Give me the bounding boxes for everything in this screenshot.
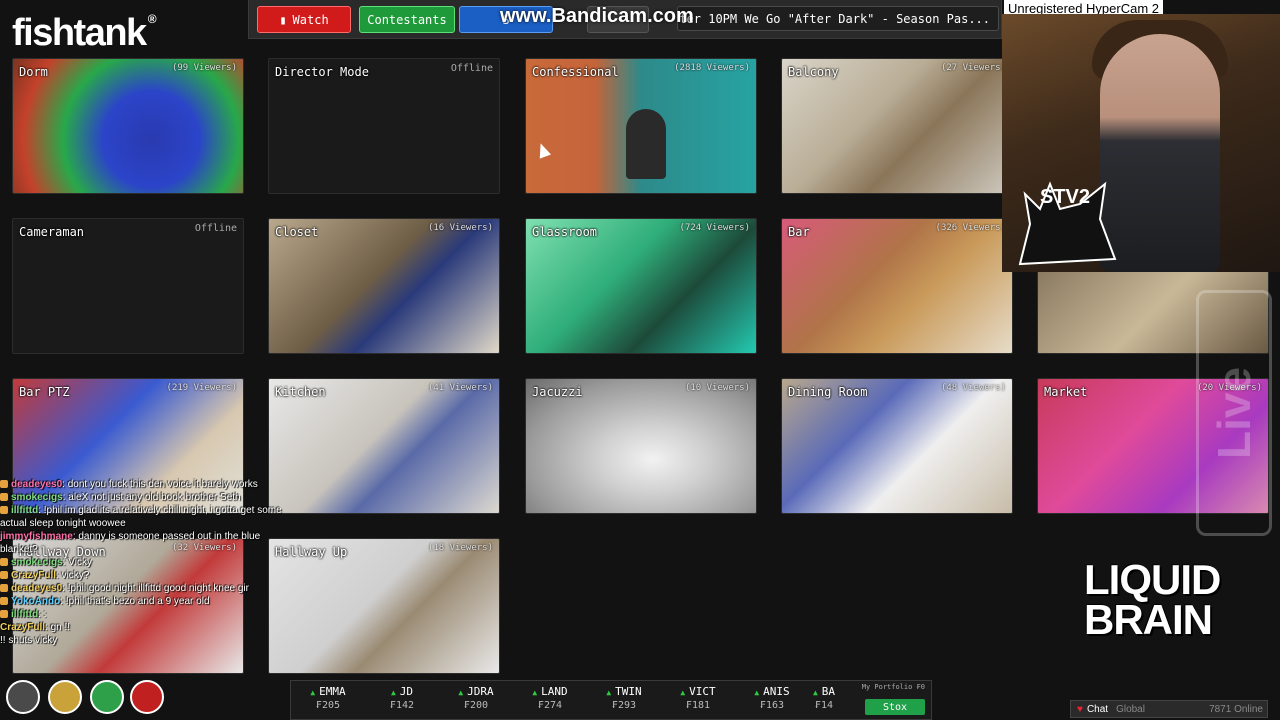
offline-status: Offline <box>194 223 237 234</box>
chat-message: deadeyes0: dont you fuck this den voice … <box>0 478 300 491</box>
chat-message: illfittd: : <box>0 608 300 621</box>
camera-tile-director-mode[interactable]: Director Mode Offline <box>268 58 500 194</box>
portfolio-label: My Portfolio ₣0 <box>861 683 925 691</box>
inventory-icon[interactable] <box>48 680 82 714</box>
chat-message: illfittd: !phil im glad its a relatively… <box>0 505 282 529</box>
cat-logo-icon <box>1018 181 1117 266</box>
viewer-count: (724 Viewers) <box>679 223 750 233</box>
viewer-count: (10 Viewers) <box>684 383 750 393</box>
camera-name: Bar <box>788 225 810 239</box>
camera-name: Cameraman <box>19 225 85 239</box>
camera-feed <box>526 379 756 513</box>
stock-item[interactable]: VICT₣181 <box>661 681 735 719</box>
camera-tile-dining-room[interactable]: Dining Room (48 Viewers) <box>781 378 1013 514</box>
camera-tile-kitchen[interactable]: Kitchen (41 Viewers) <box>268 378 500 514</box>
camera-name: Confessional <box>532 65 619 79</box>
viewer-count: (99 Viewers) <box>171 63 237 73</box>
user-badge-icon <box>0 506 8 515</box>
chat-message: smokecigs: aleX not just any old book br… <box>0 491 300 504</box>
camera-name: Kitchen <box>275 385 326 399</box>
camera-feed <box>269 539 499 673</box>
camera-name: Director Mode <box>275 65 369 79</box>
camera-name: Balcony <box>788 65 839 79</box>
viewer-count: (27 Viewers) <box>940 63 1006 73</box>
camera-feed-person <box>626 109 666 179</box>
livecap-watermark: Live <box>1196 290 1272 536</box>
viewer-count: (41 Viewers) <box>427 383 493 393</box>
camera-feed <box>13 59 243 193</box>
stock-item[interactable]: BA₣14 <box>809 681 839 719</box>
viewer-count: (326 Viewers) <box>935 223 1006 233</box>
stock-item[interactable]: JD₣142 <box>365 681 439 719</box>
chat-overlay: deadeyes0: dont you fuck this den voice … <box>0 478 300 690</box>
stock-item[interactable]: TWIN₣293 <box>587 681 661 719</box>
camera-name: Glassroom <box>532 225 598 239</box>
announcement-ticker: ter 10PM We Go "After Dark" - Season Pas… <box>677 6 999 31</box>
stox-button[interactable]: Stox <box>865 699 925 715</box>
user-badge-icon <box>0 571 8 580</box>
camera-name: Market <box>1044 385 1088 399</box>
viewer-count: (16 Viewers) <box>427 223 493 233</box>
camera-tile-balcony[interactable]: Balcony (27 Viewers) <box>781 58 1013 194</box>
stock-item[interactable]: EMMA₣205 <box>291 681 365 719</box>
camera-tile-confessional[interactable]: Confessional (2818 Viewers) <box>525 58 757 194</box>
chat-message: CrazyFull: gn !! <box>0 622 71 633</box>
user-badge-icon <box>0 584 8 593</box>
viewer-count: (2818 Viewers) <box>674 63 750 73</box>
heart-icon: ♥ <box>1077 703 1083 715</box>
user-badge-icon <box>0 558 8 567</box>
bandicam-watermark: www.Bandicam.com <box>500 5 694 27</box>
stv2-logo: STV2 <box>1040 186 1091 208</box>
watch-button[interactable]: ▮ Watch <box>257 6 351 33</box>
chat-message: YokoAndo: !phil that's bezo and a 9 year… <box>0 595 300 608</box>
offline-status: Offline <box>450 63 493 74</box>
camera-feed <box>269 219 499 353</box>
user-badge-icon <box>0 493 8 502</box>
user-badge-icon <box>0 480 8 489</box>
settings-gear-icon[interactable] <box>6 680 40 714</box>
viewer-count: (18 Viewers) <box>427 543 493 553</box>
camera-name: Closet <box>275 225 319 239</box>
camera-tile-hallway-up[interactable]: Hallway Up (18 Viewers) <box>268 538 500 674</box>
chat-message: deadeyes0: !phil good night illfittd goo… <box>0 582 300 595</box>
chat-message: smokecigs: Vicky <box>0 556 300 569</box>
disable-icon[interactable] <box>130 680 164 714</box>
camera-feed <box>782 379 1012 513</box>
camera-feed <box>782 59 1012 193</box>
chat-message: CrazyFull: vicky? <box>0 569 300 582</box>
camera-feed <box>782 219 1012 353</box>
camera-tile-dorm[interactable]: Dorm (99 Viewers) <box>12 58 244 194</box>
camera-feed <box>269 379 499 513</box>
contestants-button[interactable]: Contestants <box>359 6 455 33</box>
viewer-count: (219 Viewers) <box>166 383 237 393</box>
stock-item[interactable]: ANIS₣163 <box>735 681 809 719</box>
stock-item[interactable]: JDRA₣200 <box>439 681 513 719</box>
item-use-icon[interactable] <box>90 680 124 714</box>
camera-tile-glassroom[interactable]: Glassroom (724 Viewers) <box>525 218 757 354</box>
camera-name: Dorm <box>19 65 48 79</box>
camera-name: Dining Room <box>788 385 868 399</box>
camera-name: Jacuzzi <box>532 385 583 399</box>
camera-name: Bar PTZ <box>19 385 70 399</box>
streamer-webcam <box>1002 14 1280 272</box>
user-badge-icon <box>0 597 8 606</box>
stock-item[interactable]: LAND₣274 <box>513 681 587 719</box>
chat-message: jimmyfishmane: danny is someone passed o… <box>0 531 261 555</box>
camera-tile-jacuzzi[interactable]: Jacuzzi (10 Viewers) <box>525 378 757 514</box>
user-badge-icon <box>0 610 8 619</box>
stock-ticker-bar: EMMA₣205 JD₣142 JDRA₣200 LAND₣274 TWIN₣2… <box>290 680 932 720</box>
camera-tile-bar[interactable]: Bar (326 Viewers) <box>781 218 1013 354</box>
chat-message: !! shuts vicky <box>0 635 58 646</box>
camera-tile-closet[interactable]: Closet (16 Viewers) <box>268 218 500 354</box>
liquid-brain-logo: LIQUID BRAIN <box>1084 556 1221 643</box>
chat-toggle-button[interactable]: ♥ Chat Global 7871 Online <box>1070 700 1268 718</box>
fishtank-logo[interactable]: fishtank ® <box>12 12 157 55</box>
camera-feed <box>526 219 756 353</box>
camera-tile-cameraman[interactable]: Cameraman Offline <box>12 218 244 354</box>
viewer-count: (48 Viewers) <box>940 383 1006 393</box>
